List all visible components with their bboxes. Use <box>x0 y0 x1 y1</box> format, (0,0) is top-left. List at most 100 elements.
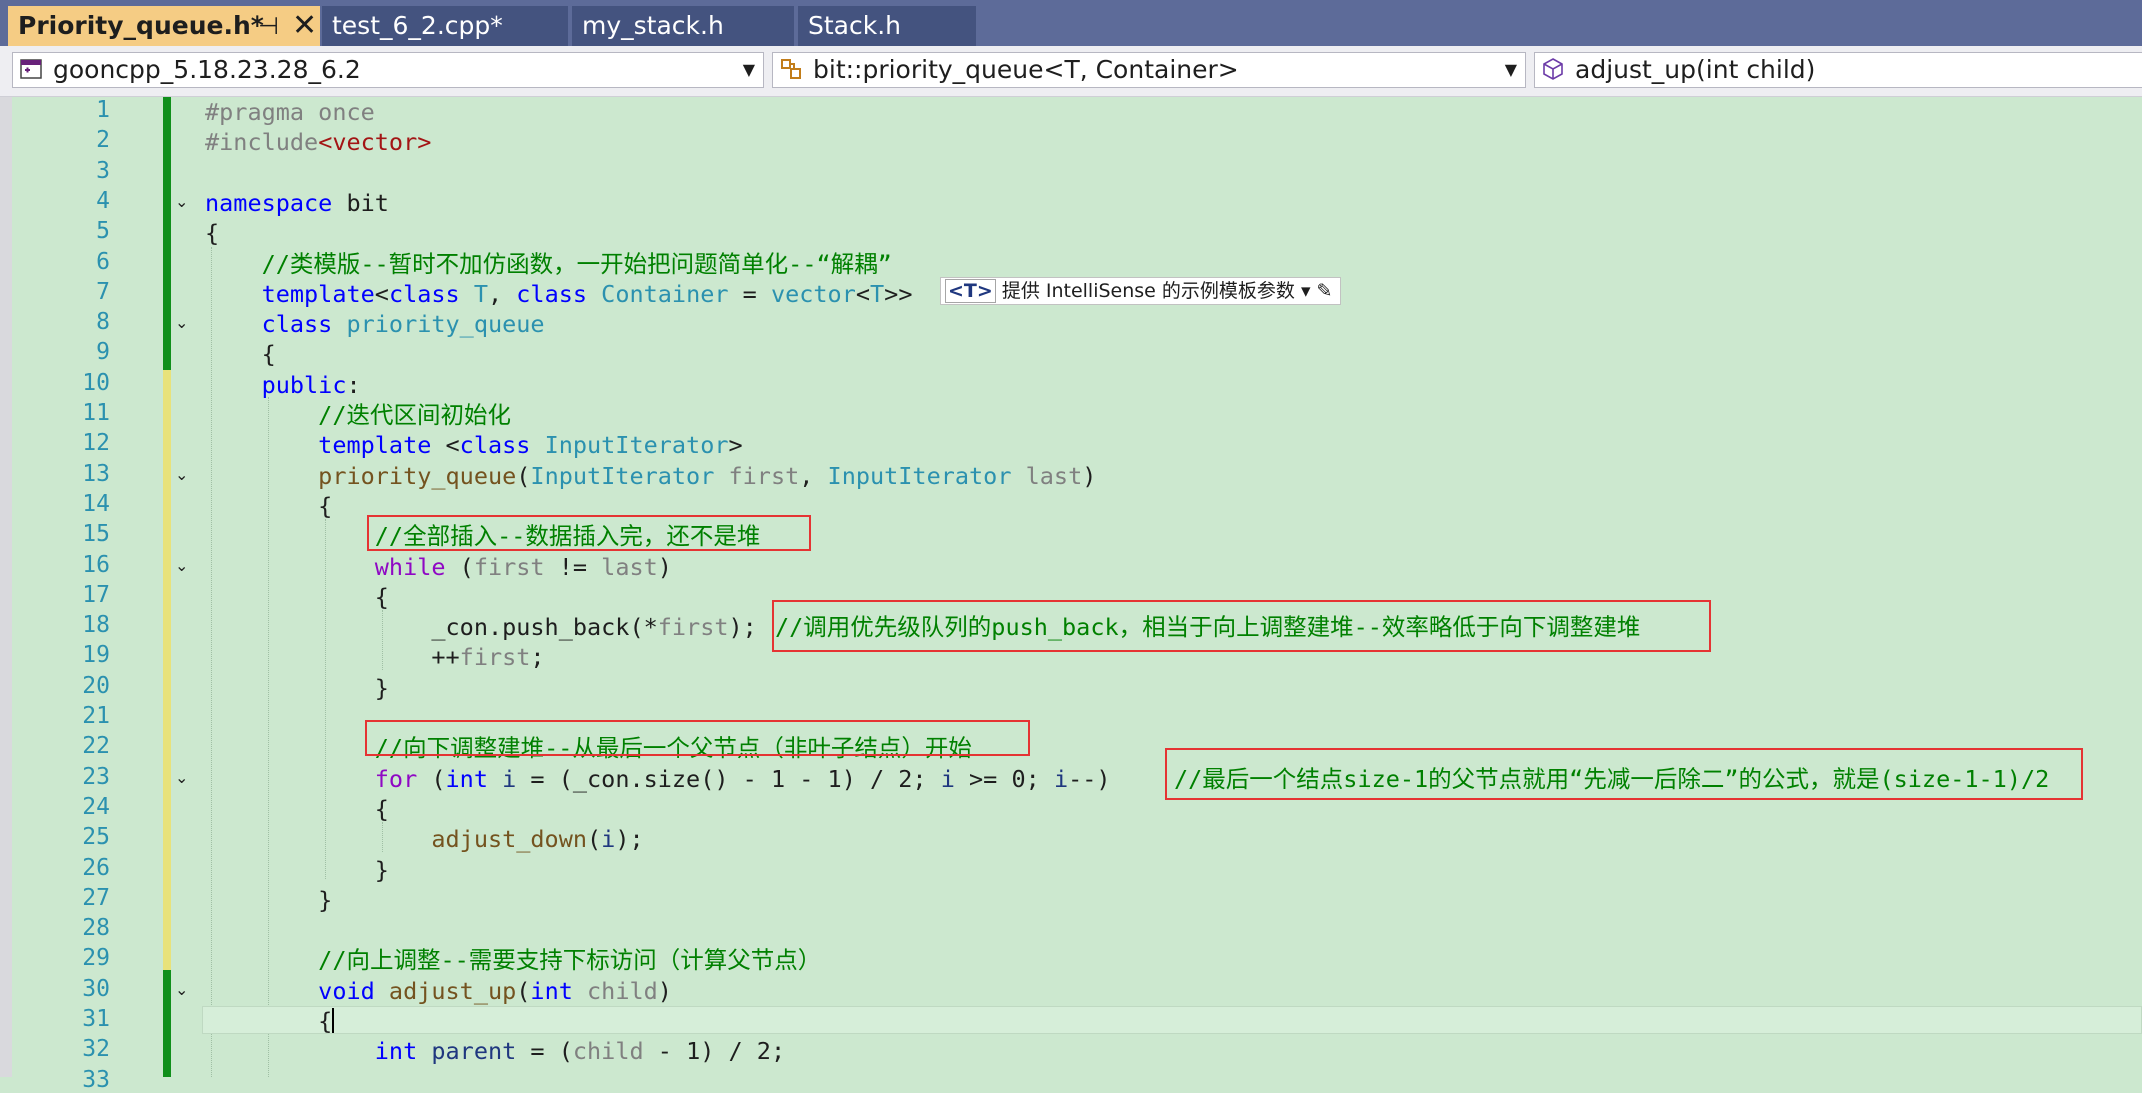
line-number: 11 <box>82 400 110 426</box>
close-icon[interactable]: ✕ <box>292 6 317 46</box>
class-icon <box>781 59 801 79</box>
code-line-14: { <box>205 492 333 520</box>
code-editor[interactable]: 1 2 3 4 5 6 7 8 9 10 11 12 13 14 15 16 1… <box>0 97 2142 1093</box>
line-number: 21 <box>82 703 110 729</box>
line-number: 13 <box>82 461 110 487</box>
line-number: 17 <box>82 582 110 608</box>
chevron-down-icon: ▼ <box>1504 60 1517 79</box>
line-number: 12 <box>82 430 110 456</box>
project-name: gooncpp_5.18.23.28_6.2 <box>53 55 361 84</box>
code-line-25: adjust_down(i); <box>205 825 644 853</box>
line-number: 16 <box>82 552 110 578</box>
code-line-23: for (int i = (_con.size() - 1 - 1) / 2; … <box>205 765 1111 793</box>
code-line-31: { <box>205 1007 333 1035</box>
line-number: 33 <box>82 1067 110 1093</box>
annotation-box <box>365 720 1030 756</box>
line-number: 31 <box>82 1006 110 1032</box>
line-number: 2 <box>96 127 110 153</box>
tab-my-stack-h[interactable]: my_stack.h <box>572 6 794 46</box>
tab-label: test_6_2.cpp* <box>332 11 503 40</box>
annotation-box <box>367 515 811 551</box>
line-number: 7 <box>96 279 110 305</box>
text-caret <box>332 1008 334 1033</box>
line-number: 19 <box>82 642 110 668</box>
code-line-5: { <box>205 219 220 247</box>
project-dropdown[interactable]: gooncpp_5.18.23.28_6.2 ▼ <box>12 52 764 88</box>
code-line-6: //类模版--暂时不加仿函数，一开始把问题简单化--“解耦” <box>205 250 892 278</box>
line-number: 15 <box>82 521 110 547</box>
collapse-icon[interactable]: ⌄ <box>175 315 189 331</box>
member-name: adjust_up(int child) <box>1575 55 1816 84</box>
collapse-icon[interactable]: ⌄ <box>175 558 189 574</box>
annotation-box <box>772 600 1711 652</box>
project-icon <box>20 59 42 79</box>
code-line-16: while (first != last) <box>205 553 672 581</box>
line-number: 32 <box>82 1036 110 1062</box>
code-line-11: //迭代区间初始化 <box>205 401 511 429</box>
line-number: 4 <box>96 188 110 214</box>
code-line-13: priority_queue(InputIterator first, Inpu… <box>205 462 1097 490</box>
line-number: 27 <box>82 885 110 911</box>
editor-margin <box>0 97 12 1077</box>
code-line-30: void adjust_up(int child) <box>205 977 672 1005</box>
line-number: 6 <box>96 249 110 275</box>
line-number: 8 <box>96 309 110 335</box>
code-line-2: #include<vector> <box>205 128 432 156</box>
line-number: 25 <box>82 824 110 850</box>
member-dropdown[interactable]: adjust_up(int child) <box>1534 52 2142 88</box>
tab-test-6-2-cpp[interactable]: test_6_2.cpp* <box>322 6 568 46</box>
line-number: 20 <box>82 673 110 699</box>
pin-icon[interactable]: ⊣ <box>258 6 279 46</box>
chevron-down-icon: ▼ <box>742 60 755 79</box>
code-line-24: { <box>205 795 389 823</box>
scope-name: bit::priority_queue<T, Container> <box>813 55 1239 84</box>
unsaved-changes-bar <box>163 370 171 970</box>
annotation-box <box>1165 748 2083 800</box>
line-number: 1 <box>96 97 110 123</box>
code-line-27: } <box>205 886 333 914</box>
code-line-4: namespace bit <box>205 189 389 217</box>
code-line-17: { <box>205 583 389 611</box>
navigation-bar: gooncpp_5.18.23.28_6.2 ▼ bit::priority_q… <box>0 46 2142 97</box>
hint-text: 提供 IntelliSense 的示例模板参数 <box>1001 280 1295 302</box>
saved-changes-bar <box>163 97 171 370</box>
line-number: 23 <box>82 764 110 790</box>
line-number: 29 <box>82 945 110 971</box>
line-number: 9 <box>96 339 110 365</box>
line-number: 18 <box>82 612 110 638</box>
line-number: 26 <box>82 855 110 881</box>
method-icon <box>1543 58 1563 80</box>
code-line-9: { <box>205 340 276 368</box>
code-line-12: template <class InputIterator> <box>205 431 743 459</box>
line-number: 30 <box>82 976 110 1002</box>
code-line-19: ++first; <box>205 643 545 671</box>
code-line-7: template<class T, class Container = vect… <box>205 280 913 308</box>
edit-icon[interactable]: ✎ <box>1317 280 1333 302</box>
code-line-29: //向上调整--需要支持下标访问（计算父节点） <box>205 946 822 974</box>
scope-dropdown[interactable]: bit::priority_queue<T, Container> ▼ <box>772 52 1526 88</box>
tab-priority-queue-h[interactable]: Priority_queue.h* ⊣ ✕ <box>8 6 320 46</box>
document-tab-strip: Priority_queue.h* ⊣ ✕ test_6_2.cpp* my_s… <box>0 0 2142 46</box>
collapse-icon[interactable]: ⌄ <box>175 770 189 786</box>
line-number: 28 <box>82 915 110 941</box>
chevron-down-icon[interactable]: ▾ <box>1301 280 1311 302</box>
template-tag-icon: <T> <box>945 279 996 303</box>
line-number: 24 <box>82 794 110 820</box>
tab-stack-h[interactable]: Stack.h <box>798 6 976 46</box>
current-line-highlight <box>202 1006 2142 1034</box>
intellisense-template-hint[interactable]: <T> 提供 IntelliSense 的示例模板参数 ▾ ✎ <box>940 277 1342 305</box>
tab-label: my_stack.h <box>582 11 724 40</box>
line-number: 22 <box>82 733 110 759</box>
code-line-10: public: <box>205 371 361 399</box>
saved-changes-bar <box>163 970 171 1077</box>
collapse-icon[interactable]: ⌄ <box>175 194 189 210</box>
code-line-26: } <box>205 856 389 884</box>
line-number: 10 <box>82 370 110 396</box>
collapse-icon[interactable]: ⌄ <box>175 982 189 998</box>
code-line-32: int parent = (child - 1) / 2; <box>205 1037 786 1065</box>
tab-label: Stack.h <box>808 11 902 40</box>
line-number: 5 <box>96 218 110 244</box>
collapse-icon[interactable]: ⌄ <box>175 467 189 483</box>
line-number: 3 <box>96 158 110 184</box>
tab-label: Priority_queue.h* <box>18 11 264 40</box>
